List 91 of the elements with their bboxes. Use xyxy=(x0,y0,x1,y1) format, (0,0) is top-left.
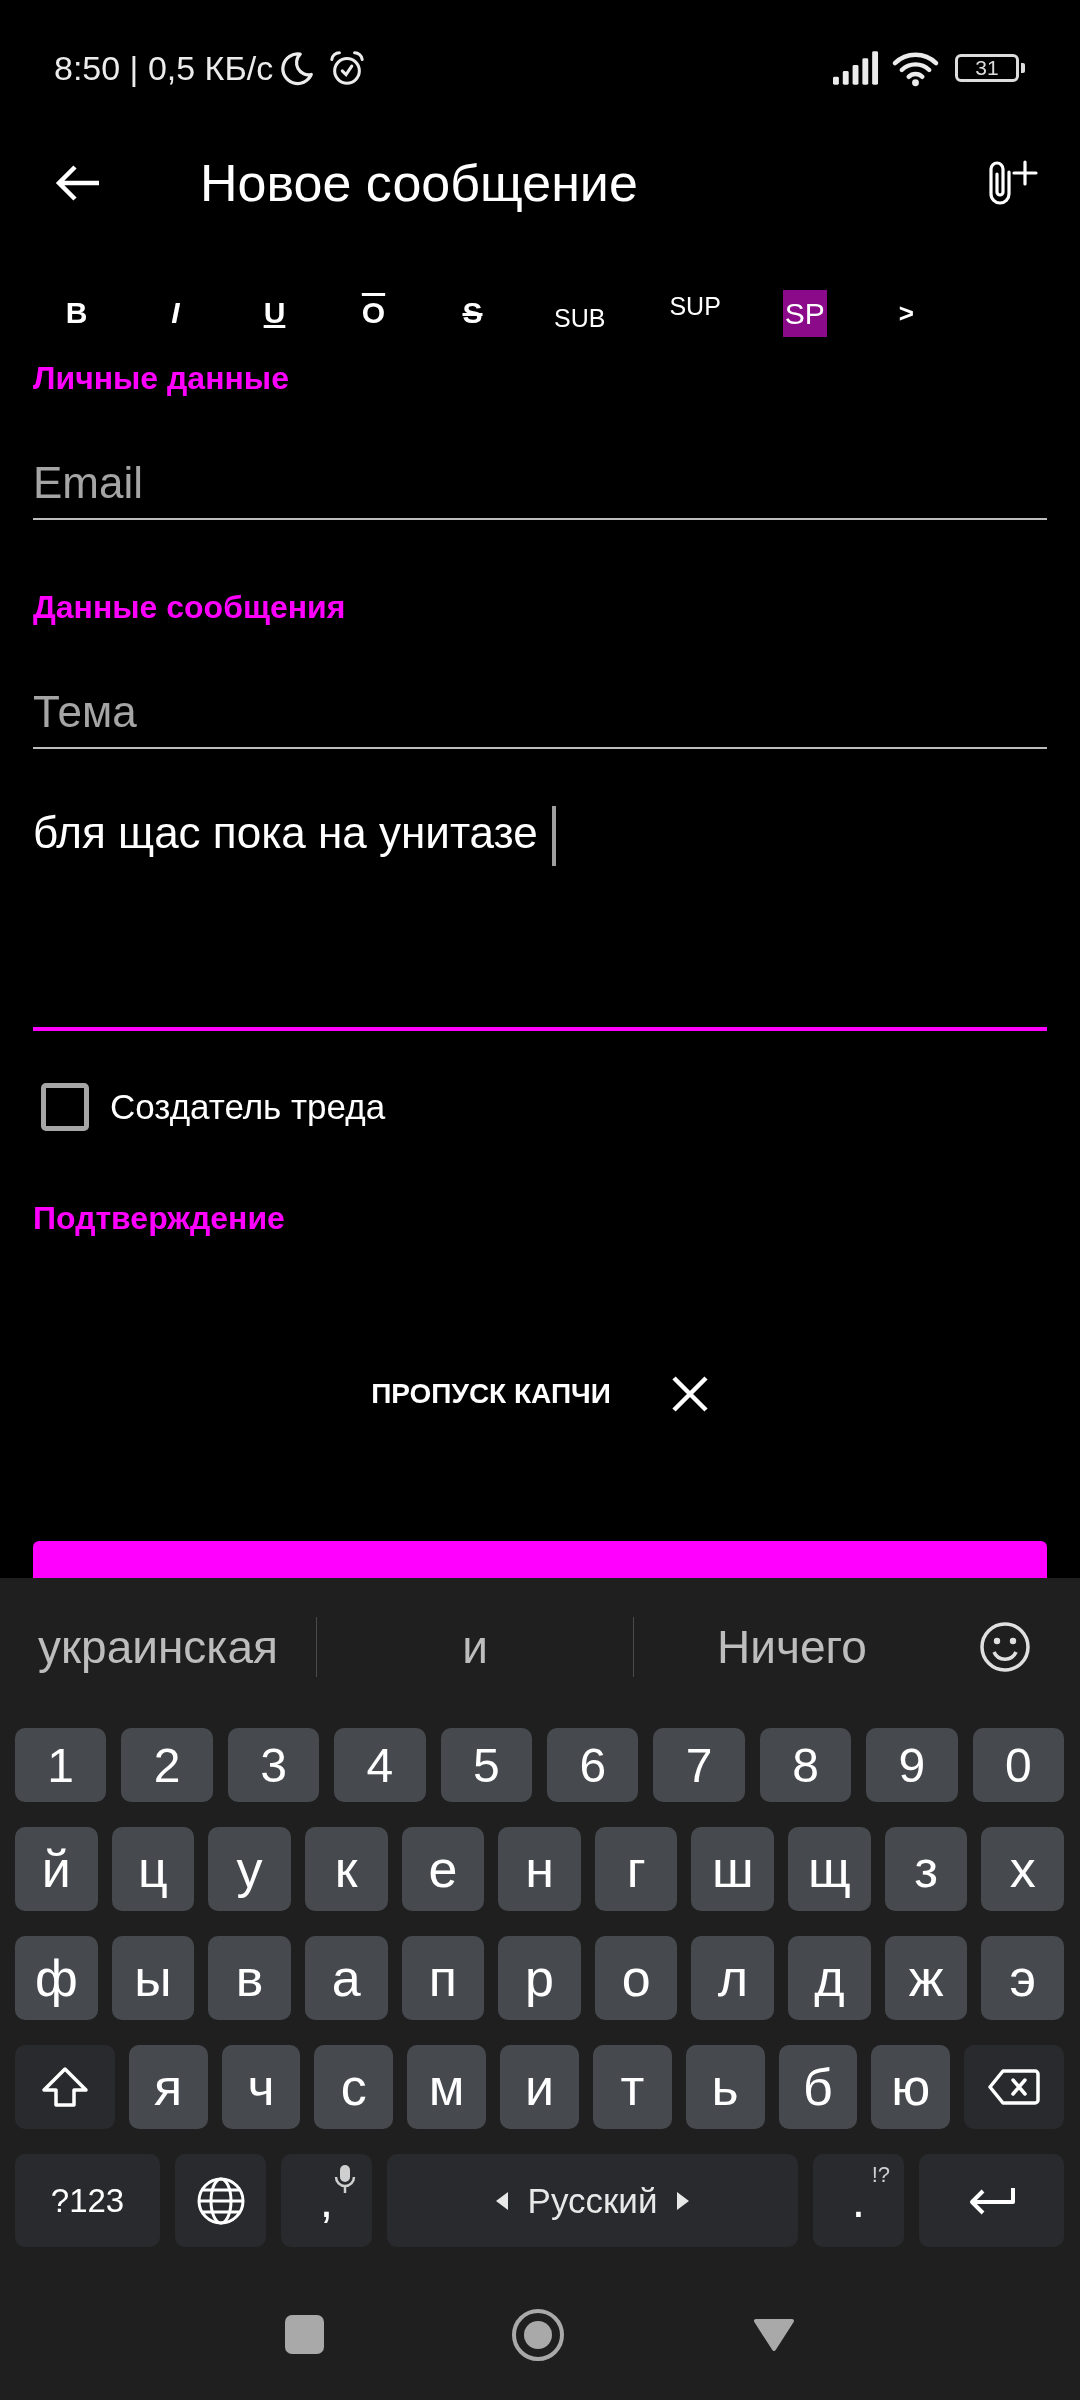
keyboard-key[interactable]: ж xyxy=(884,1936,968,2020)
keyboard-key[interactable]: ц xyxy=(111,1827,195,1911)
keyboard-key[interactable]: 4 xyxy=(334,1728,426,1802)
smiley-icon[interactable] xyxy=(979,1621,1031,1673)
keyboard-key[interactable]: я xyxy=(128,2045,208,2129)
keyboard-key[interactable]: 9 xyxy=(866,1728,958,1802)
microphone-icon xyxy=(334,2164,356,2194)
keyboard-key[interactable]: т xyxy=(592,2045,672,2129)
keyboard-key[interactable]: ш xyxy=(691,1827,775,1911)
square-icon[interactable] xyxy=(284,2315,324,2354)
signal-bars-icon xyxy=(833,51,880,85)
backspace-key[interactable] xyxy=(964,2045,1064,2129)
keyboard-key[interactable]: б xyxy=(778,2045,858,2129)
status-text: 8:50 | 0,5 КБ/с xyxy=(54,48,274,88)
alarm-clock-icon xyxy=(328,49,367,87)
suggestion-item[interactable]: украинская xyxy=(0,1620,316,1674)
keyboard-key[interactable]: 0 xyxy=(972,1728,1065,1802)
keyboard-key[interactable]: ы xyxy=(111,1936,195,2020)
screen-title: Новое сообщение xyxy=(200,153,639,213)
text-cursor xyxy=(551,806,556,867)
enter-key[interactable] xyxy=(919,2154,1064,2247)
suggestion-item[interactable]: Ничего xyxy=(634,1620,950,1674)
caret-right-icon xyxy=(677,2191,690,2210)
format-button[interactable]: SUP xyxy=(667,286,723,326)
keyboard-key[interactable]: х xyxy=(981,1827,1065,1911)
text-field[interactable]: Тема xyxy=(33,668,1047,749)
triangle-down-icon[interactable] xyxy=(751,2316,796,2353)
format-button[interactable]: I xyxy=(169,293,182,333)
shift-key[interactable] xyxy=(15,2045,115,2129)
ring-dot-icon[interactable] xyxy=(510,2307,565,2362)
section-heading: Личные данные xyxy=(33,359,289,398)
keyboard-key[interactable]: й xyxy=(15,1827,98,1911)
keyboard-key[interactable]: э xyxy=(981,1936,1065,2020)
format-button[interactable]: U xyxy=(261,293,288,333)
keyboard-key[interactable]: 6 xyxy=(547,1728,639,1802)
key-hint: !? xyxy=(871,2162,890,2188)
message-field[interactable]: бля щас пока на унитазе xyxy=(33,769,1047,1031)
keyboard-key[interactable]: к xyxy=(304,1827,388,1911)
keyboard-key[interactable]: щ xyxy=(788,1827,871,1911)
keyboard-key[interactable]: п xyxy=(401,1936,485,2020)
backspace-icon xyxy=(988,2069,1041,2105)
keyboard-key[interactable]: у xyxy=(208,1827,291,1911)
keyboard-key[interactable]: м xyxy=(407,2045,487,2129)
symbols-key[interactable]: ?123 xyxy=(15,2154,160,2247)
keyboard-key[interactable]: а xyxy=(304,1936,388,2020)
comma-key[interactable]: , xyxy=(281,2154,372,2247)
moon-icon xyxy=(278,49,316,87)
format-button[interactable]: O xyxy=(359,293,388,333)
battery-indicator: 31 xyxy=(955,54,1025,82)
keyboard-key[interactable]: 3 xyxy=(227,1728,320,1802)
checkbox-label[interactable]: Создатель треда xyxy=(110,1087,386,1127)
suggestion-item[interactable]: и xyxy=(317,1620,633,1674)
keyboard-key[interactable]: д xyxy=(788,1936,871,2020)
keyboard-key[interactable]: 7 xyxy=(653,1728,745,1802)
keyboard-key[interactable]: в xyxy=(208,1936,291,2020)
format-button[interactable]: B xyxy=(63,293,90,333)
keyboard-key[interactable]: с xyxy=(314,2045,394,2129)
text-field[interactable]: Email xyxy=(33,439,1047,520)
keyboard-key[interactable]: н xyxy=(498,1827,581,1911)
shift-arrow-icon xyxy=(39,2066,90,2108)
keyboard-key[interactable]: ф xyxy=(15,1936,98,2020)
caret-left-icon xyxy=(495,2191,508,2210)
keyboard-key[interactable]: е xyxy=(401,1827,485,1911)
keyboard-key[interactable]: 5 xyxy=(440,1728,533,1802)
back-arrow-icon[interactable] xyxy=(55,164,101,202)
format-button[interactable]: SP xyxy=(782,289,827,337)
keyboard-key[interactable]: 2 xyxy=(121,1728,213,1802)
globe-icon xyxy=(195,2175,246,2226)
captcha-skip-button[interactable]: ПРОПУСК КАПЧИ xyxy=(371,1378,611,1410)
keyboard-key[interactable]: л xyxy=(691,1936,775,2020)
keyboard-key[interactable]: ь xyxy=(685,2045,765,2129)
keyboard-key[interactable]: ю xyxy=(871,2045,951,2129)
format-button[interactable]: SUB xyxy=(552,298,608,338)
period-key[interactable]: .!? xyxy=(813,2154,904,2247)
section-heading: Данные сообщения xyxy=(33,588,346,627)
close-icon[interactable] xyxy=(670,1375,709,1413)
format-button[interactable]: S xyxy=(460,293,485,333)
checkbox[interactable] xyxy=(41,1083,89,1131)
keyboard-key[interactable]: 1 xyxy=(15,1728,107,1802)
format-button[interactable]: > xyxy=(896,293,916,333)
wifi-icon xyxy=(891,49,940,87)
space-key[interactable]: Русский xyxy=(387,2154,798,2247)
keyboard-key[interactable]: г xyxy=(594,1827,678,1911)
keyboard-key[interactable]: р xyxy=(498,1936,581,2020)
keyboard-key[interactable]: и xyxy=(500,2045,579,2129)
section-heading: Подтверждение xyxy=(33,1199,285,1238)
keyboard-key[interactable]: 8 xyxy=(759,1728,852,1802)
keyboard-key[interactable]: о xyxy=(594,1936,678,2020)
language-key[interactable] xyxy=(175,2154,266,2247)
keyboard-key[interactable]: з xyxy=(884,1827,968,1911)
keyboard-key[interactable]: ч xyxy=(221,2045,301,2129)
